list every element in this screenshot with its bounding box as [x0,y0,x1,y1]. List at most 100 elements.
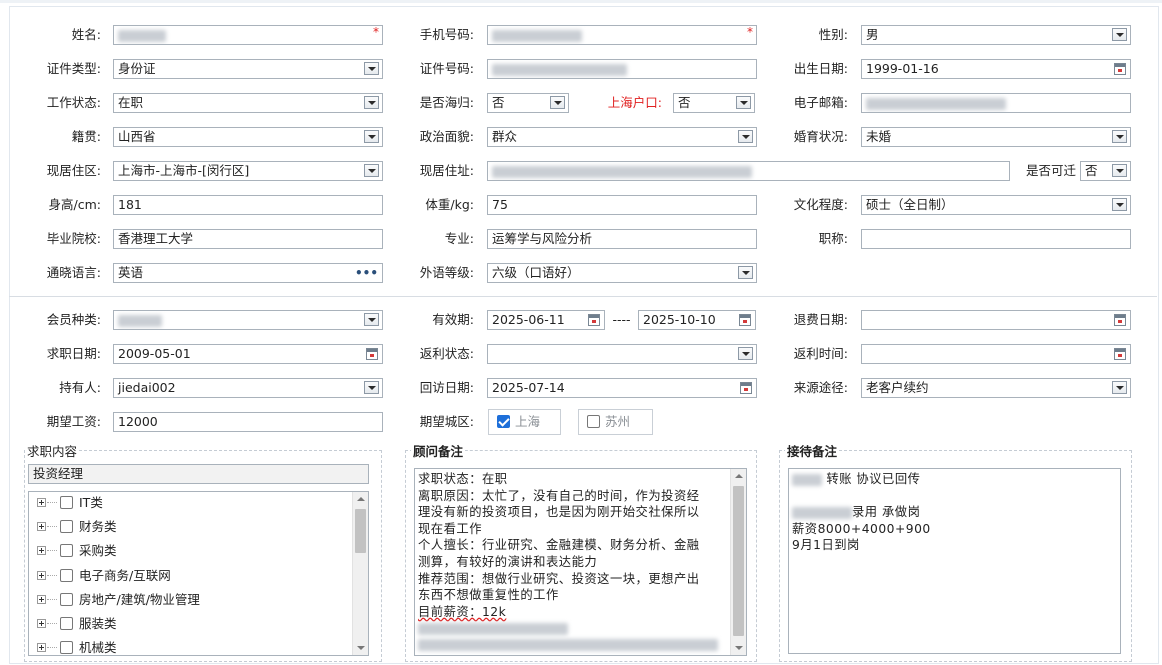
id-number-input[interactable] [487,59,757,79]
job-title-input[interactable] [861,229,1131,249]
chevron-down-icon[interactable] [738,130,753,143]
city-option-shanghai[interactable]: 上海 [488,409,561,435]
calendar-icon[interactable] [1114,63,1126,75]
calendar-icon[interactable] [1114,314,1126,326]
chevron-down-icon[interactable] [364,313,379,326]
checkbox-icon[interactable] [60,569,73,582]
member-type-select[interactable] [113,310,383,330]
valid-start-input[interactable]: 2025-06-11 [487,310,605,330]
scroll-down-icon[interactable] [735,646,743,650]
job-content-title: 求职内容 [25,441,80,460]
tree-node-label: 房地产/建筑/物业管理 [79,592,200,607]
scroll-up-icon[interactable] [357,497,365,501]
section-divider [9,296,1157,297]
expand-icon[interactable] [37,595,46,604]
checkbox-icon[interactable] [60,520,73,533]
scroll-thumb[interactable] [355,509,366,553]
chevron-down-icon[interactable] [1112,28,1127,41]
phone-input[interactable]: * [487,25,757,45]
checkbox-checked-icon[interactable] [497,415,510,428]
revisit-date-input[interactable]: 2025-07-14 [487,378,757,398]
checkbox-icon[interactable] [60,544,73,557]
source-select[interactable]: 老客户续约 [861,378,1131,398]
languages-input[interactable]: 英语 ••• [113,263,383,283]
major-input[interactable]: 运筹学与风险分析 [487,229,757,249]
chevron-down-icon[interactable] [738,347,753,360]
scroll-thumb[interactable] [733,486,744,636]
rebate-time-label: 返利时间: [793,346,848,361]
checkbox-icon[interactable] [60,641,73,654]
calendar-icon[interactable] [366,348,378,360]
overseas-returnee-select[interactable]: 否 [487,93,569,113]
height-input[interactable]: 181 [113,195,383,215]
calendar-icon[interactable] [1114,348,1126,360]
refund-date-input[interactable] [861,310,1131,330]
checkbox-icon[interactable] [60,617,73,630]
expand-icon[interactable] [37,498,46,507]
native-place-select[interactable]: 山西省 [113,127,383,147]
overseas-returnee-label: 是否海归: [419,95,474,110]
relocatable-select[interactable]: 否 [1080,161,1131,181]
scroll-down-icon[interactable] [357,646,365,650]
job-search-date-input[interactable]: 2009-05-01 [113,344,383,364]
chevron-down-icon[interactable] [738,266,753,279]
expand-icon[interactable] [37,643,46,652]
chevron-down-icon[interactable] [364,381,379,394]
chevron-down-icon[interactable] [736,96,751,109]
chevron-down-icon[interactable] [550,96,565,109]
chevron-down-icon[interactable] [1112,198,1127,211]
tree-node-label: 财务类 [79,519,117,534]
weight-input[interactable]: 75 [487,195,757,215]
checkbox-icon[interactable] [60,496,73,509]
reception-notes-textarea[interactable]: 转账 协议已回传 录用 承做岗 薪资8000+4000+900 9月1日到岗 [788,468,1121,654]
education-label: 文化程度: [793,197,848,212]
weight-label: 体重/kg: [425,197,474,212]
email-input[interactable] [861,93,1131,113]
chevron-down-icon[interactable] [364,62,379,75]
name-input[interactable]: * [113,25,383,45]
chevron-down-icon[interactable] [1112,130,1127,143]
valid-end-input[interactable]: 2025-10-10 [638,310,756,330]
current-address-label: 现居住址: [419,163,474,178]
advisor-notes-scrollbar[interactable] [730,469,746,655]
gender-select[interactable]: 男 [861,25,1131,45]
tree-scrollbar[interactable] [352,492,368,655]
period-separator: ---- [612,312,631,327]
marital-status-select[interactable]: 未婚 [861,127,1131,147]
phone-label: 手机号码: [419,27,474,42]
current-address-input[interactable] [487,161,1010,181]
birth-date-input[interactable]: 1999-01-16 [861,59,1131,79]
chevron-down-icon[interactable] [364,130,379,143]
advisor-notes-textarea[interactable]: 求职状态：在职 离职原因：太忙了，没有自己的时间，作为投资经 理没有新的投资项目… [414,468,747,656]
school-input[interactable]: 香港理工大学 [113,229,383,249]
expected-salary-input[interactable]: 12000 [113,412,383,432]
rebate-status-select[interactable] [487,344,757,364]
calendar-icon[interactable] [740,382,752,394]
expand-icon[interactable] [37,546,46,555]
chevron-down-icon[interactable] [1112,381,1127,394]
work-status-select[interactable]: 在职 [113,93,383,113]
expand-icon[interactable] [37,619,46,628]
calendar-icon[interactable] [739,314,751,326]
expand-icon[interactable] [37,571,46,580]
expand-icon[interactable] [37,522,46,531]
job-category-tree[interactable]: IT类 财务类 采购类 电子商务/互联网 房地产/建筑/物业管理 服装类 机械类 [28,491,369,656]
residence-area-select[interactable]: 上海市-上海市-[闵行区] [113,161,383,181]
rebate-time-input[interactable] [861,344,1131,364]
shanghai-hukou-select[interactable]: 否 [673,93,755,113]
calendar-icon[interactable] [588,314,600,326]
checkbox-icon[interactable] [60,593,73,606]
education-select[interactable]: 硕士（全日制） [861,195,1131,215]
overseas-returnee-value: 否 [492,95,505,110]
scroll-up-icon[interactable] [735,474,743,478]
holder-select[interactable]: jiedai002 [113,378,383,398]
chevron-down-icon[interactable] [364,96,379,109]
chevron-down-icon[interactable] [1112,164,1127,177]
id-type-select[interactable]: 身份证 [113,59,383,79]
chevron-down-icon[interactable] [364,164,379,177]
foreign-level-select[interactable]: 六级（口语好） [487,263,757,283]
political-status-select[interactable]: 群众 [487,127,757,147]
more-icon[interactable]: ••• [355,264,378,282]
checkbox-unchecked-icon[interactable] [587,415,600,428]
city-option-suzhou[interactable]: 苏州 [578,409,653,435]
